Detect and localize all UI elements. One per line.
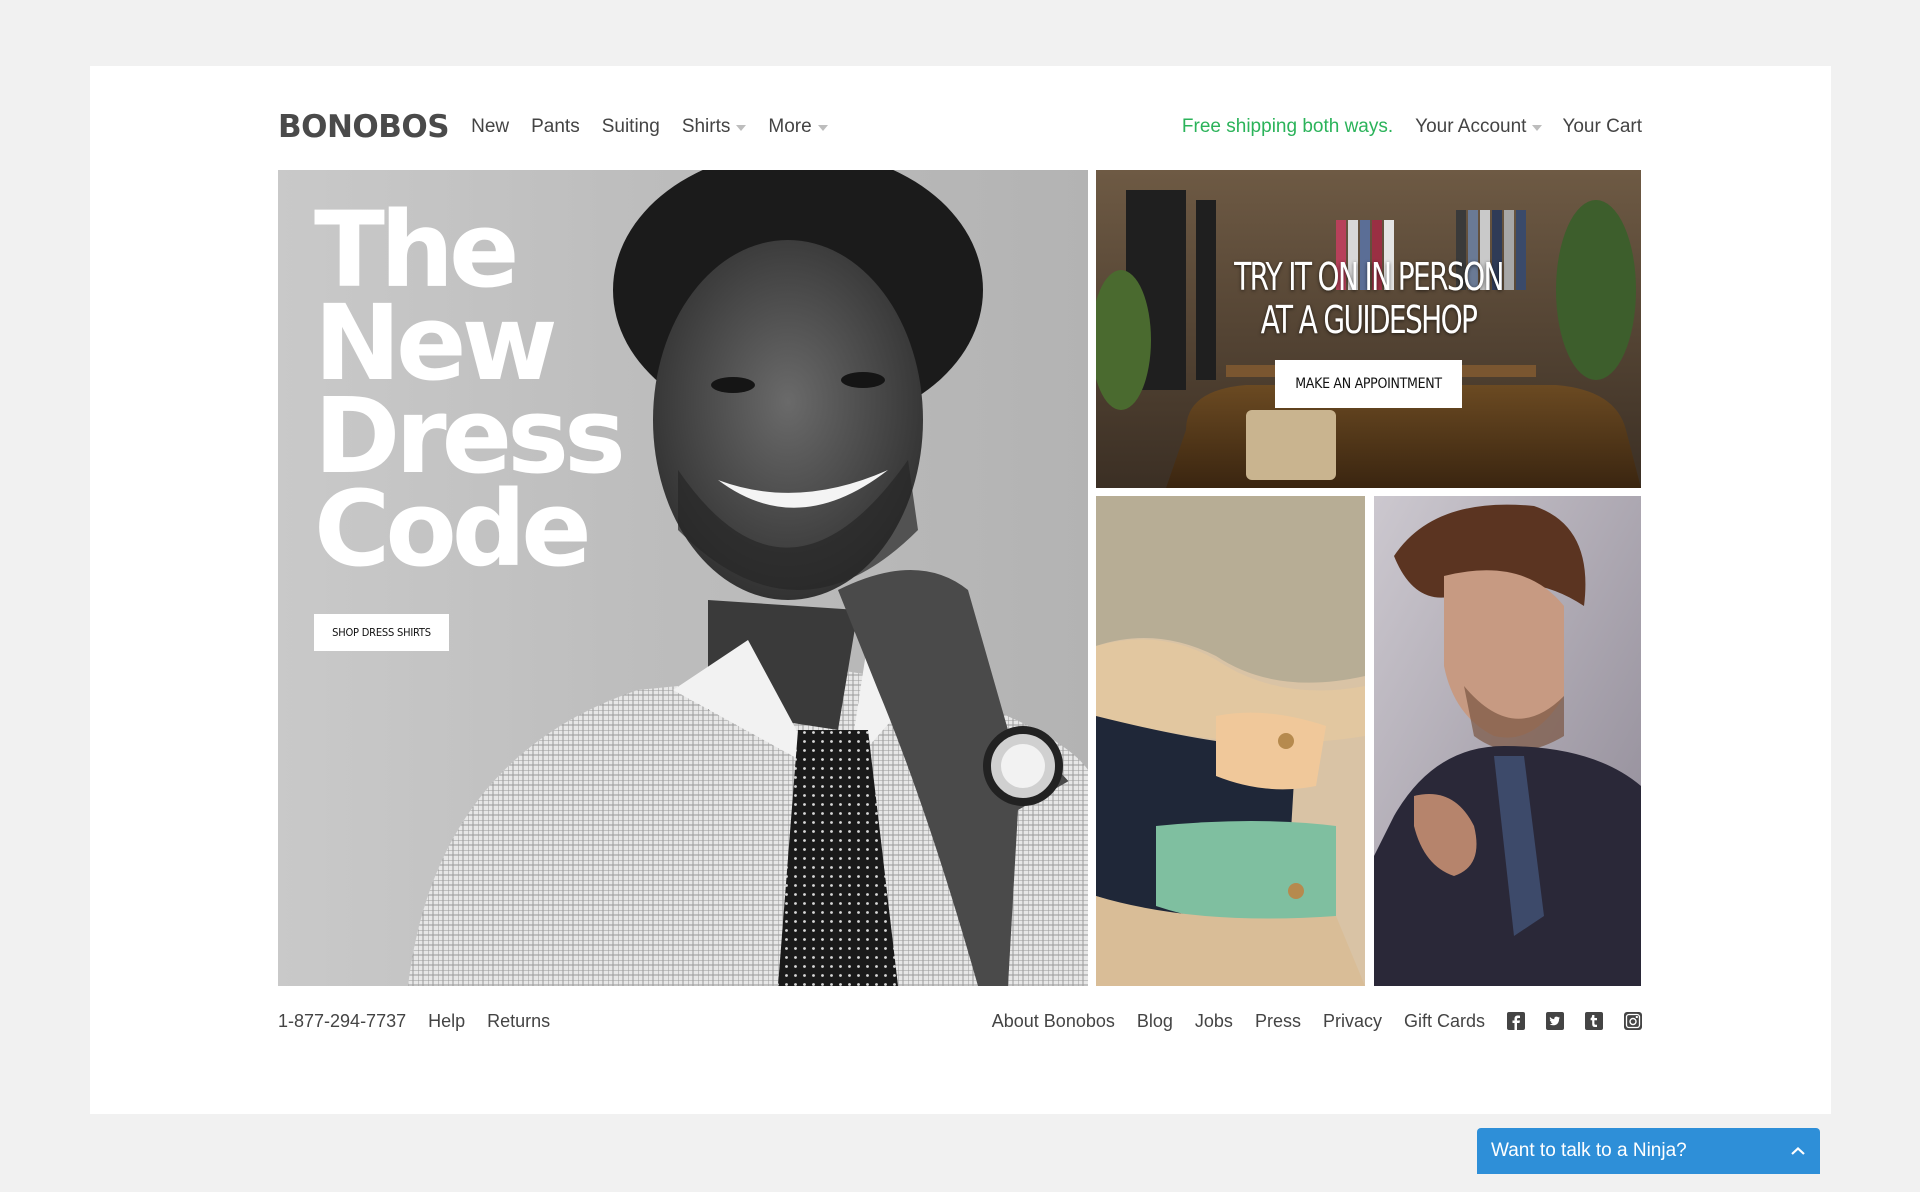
nav-item-new[interactable]: New (471, 116, 509, 138)
nav-item-more[interactable]: More (768, 116, 828, 138)
instagram-icon[interactable] (1624, 1012, 1642, 1030)
footer-link-jobs[interactable]: Jobs (1195, 1011, 1233, 1032)
page-container: BONOBOS New Pants Suiting Shirts More Fr… (90, 66, 1831, 1174)
tumblr-icon[interactable] (1585, 1012, 1603, 1030)
site-footer: 1-877-294-7737 Help Returns About Bonobo… (278, 1006, 1642, 1036)
hero-headline: The New Dress Code (314, 198, 626, 590)
footer-link-help[interactable]: Help (428, 1011, 465, 1032)
nav-label: Suiting (601, 116, 660, 137)
social-links (1507, 1012, 1642, 1030)
your-account-link[interactable]: Your Account (1415, 116, 1543, 138)
site-header: BONOBOS New Pants Suiting Shirts More Fr… (278, 102, 1642, 152)
chevron-down-icon (1532, 125, 1543, 131)
hero-headline-line: Code (314, 468, 592, 590)
footer-link-press[interactable]: Press (1255, 1011, 1301, 1032)
chat-label: Want to talk to a Ninja? (1491, 1140, 1687, 1161)
suiting-tile[interactable] (1374, 496, 1641, 986)
nav-label: Pants (531, 116, 580, 137)
nav-item-pants[interactable]: Pants (531, 116, 580, 138)
guideshop-headline-line: AT A GUIDESHOP (1260, 298, 1478, 342)
header-right: Free shipping both ways. Your Account Yo… (1182, 116, 1642, 138)
footer-link-returns[interactable]: Returns (487, 1011, 550, 1032)
account-label: Your Account (1415, 116, 1527, 137)
guideshop-headline-line: TRY IT ON IN PERSON (1234, 255, 1504, 299)
nav-label: More (768, 116, 812, 137)
chevron-down-icon (736, 125, 747, 131)
footer-link-about[interactable]: About Bonobos (992, 1011, 1115, 1032)
guideshop-tile[interactable]: TRY IT ON IN PERSON AT A GUIDESHOP MAKE … (1096, 170, 1641, 488)
shop-dress-shirts-button[interactable]: SHOP DRESS SHIRTS (314, 614, 449, 651)
chinos-tile[interactable] (1096, 496, 1365, 986)
free-shipping-promo[interactable]: Free shipping both ways. (1182, 116, 1393, 138)
make-appointment-button[interactable]: MAKE AN APPOINTMENT (1275, 360, 1462, 408)
phone-number[interactable]: 1-877-294-7737 (278, 1011, 406, 1032)
your-cart-link[interactable]: Your Cart (1562, 116, 1642, 138)
nav-item-suiting[interactable]: Suiting (602, 116, 660, 138)
guideshop-headline: TRY IT ON IN PERSON AT A GUIDESHOP (1145, 256, 1592, 342)
nav-label: New (471, 116, 510, 137)
main-nav: New Pants Suiting Shirts More (471, 116, 850, 138)
suiting-model-photo (1374, 496, 1641, 986)
footer-link-privacy[interactable]: Privacy (1323, 1011, 1382, 1032)
chinos-photo (1096, 496, 1365, 986)
chevron-down-icon (817, 125, 828, 131)
footer-right: About Bonobos Blog Jobs Press Privacy Gi… (970, 1011, 1642, 1032)
twitter-icon[interactable] (1546, 1012, 1564, 1030)
footer-link-blog[interactable]: Blog (1137, 1011, 1173, 1032)
chat-widget-bar[interactable]: Want to talk to a Ninja? (1477, 1128, 1820, 1174)
footer-link-gift-cards[interactable]: Gift Cards (1404, 1011, 1485, 1032)
hero-banner[interactable]: The New Dress Code SHOP DRESS SHIRTS (278, 170, 1088, 986)
chevron-up-icon[interactable] (1790, 1146, 1806, 1156)
nav-label: Shirts (681, 116, 731, 137)
bonobos-logo[interactable]: BONOBOS (278, 109, 450, 145)
facebook-icon[interactable] (1507, 1012, 1525, 1030)
nav-item-shirts[interactable]: Shirts (682, 116, 747, 138)
